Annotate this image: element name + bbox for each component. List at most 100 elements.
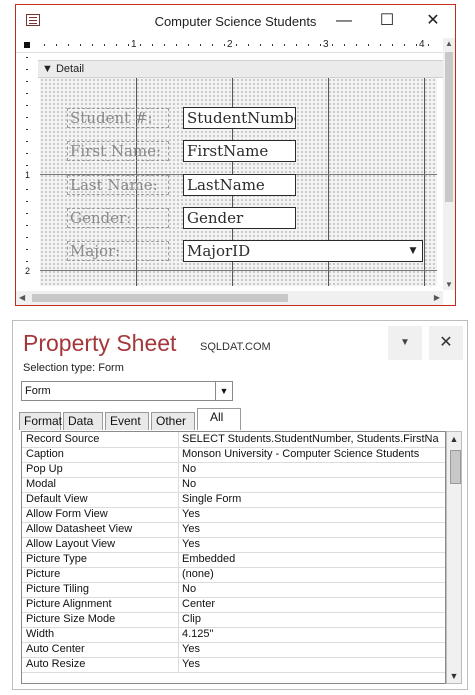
property-row[interactable]: Modal No bbox=[22, 477, 445, 493]
ruler-tick bbox=[26, 249, 28, 250]
property-grid-scrollbar[interactable]: ▲ ▼ bbox=[446, 431, 462, 684]
property-value[interactable]: No bbox=[178, 477, 443, 492]
object-selector-value: Form bbox=[25, 385, 51, 397]
property-value[interactable]: No bbox=[178, 582, 443, 597]
property-row[interactable]: Auto Center Yes bbox=[22, 642, 445, 658]
ruler-tick bbox=[26, 213, 28, 214]
chevron-down-icon[interactable]: ▼ bbox=[406, 243, 420, 259]
property-row[interactable]: Width 4.125" bbox=[22, 627, 445, 643]
property-name: Record Source bbox=[26, 433, 100, 445]
ruler-number: 4 bbox=[419, 39, 425, 50]
property-name: Auto Resize bbox=[26, 658, 86, 670]
chevron-down-icon[interactable]: ▼ bbox=[215, 382, 232, 400]
tab-data[interactable]: Data bbox=[63, 412, 103, 430]
major-label[interactable]: Major: bbox=[67, 241, 169, 261]
tab-all[interactable]: All bbox=[197, 408, 241, 430]
ruler-tick bbox=[356, 44, 357, 46]
property-row[interactable]: Caption Monson University - Computer Scie… bbox=[22, 447, 445, 463]
ruler-tick bbox=[236, 44, 237, 46]
property-value[interactable]: SELECT Students.StudentNumber, Students.… bbox=[178, 432, 443, 447]
ruler-tick bbox=[26, 153, 28, 154]
property-name: Picture Size Mode bbox=[26, 613, 116, 625]
detail-section-canvas[interactable]: Student #: StudentNumber First Name: Fir… bbox=[40, 78, 437, 286]
student-number-label[interactable]: Student #: bbox=[67, 108, 169, 128]
property-value[interactable]: Embedded bbox=[178, 552, 443, 567]
vertical-scrollbar[interactable]: ▲ ▼ bbox=[443, 38, 455, 290]
ruler-tick bbox=[116, 44, 117, 46]
property-value[interactable]: Yes bbox=[178, 507, 443, 522]
ruler-tick bbox=[344, 44, 345, 46]
ruler-tick bbox=[224, 44, 225, 46]
property-value[interactable]: Yes bbox=[178, 657, 443, 672]
property-row[interactable]: Default View Single Form bbox=[22, 492, 445, 508]
property-row[interactable]: Allow Datasheet View Yes bbox=[22, 522, 445, 538]
property-row[interactable]: Picture Size Mode Clip bbox=[22, 612, 445, 628]
ruler-tick bbox=[26, 93, 28, 94]
property-value[interactable]: Monson University - Computer Science Stu… bbox=[178, 447, 443, 462]
scroll-thumb[interactable] bbox=[450, 450, 461, 484]
object-selector-dropdown[interactable]: Form ▼ bbox=[21, 381, 233, 401]
property-grid: Record Source SELECT Students.StudentNumb… bbox=[21, 431, 446, 684]
property-row[interactable]: Picture Tiling No bbox=[22, 582, 445, 598]
close-button[interactable]: ✕ bbox=[418, 10, 448, 32]
scroll-thumb[interactable] bbox=[445, 52, 453, 202]
property-value[interactable]: Center bbox=[178, 597, 443, 612]
scroll-down-icon[interactable]: ▼ bbox=[447, 671, 461, 681]
ruler-number: 1 bbox=[131, 39, 137, 50]
minimize-button[interactable]: — bbox=[329, 10, 359, 32]
major-combobox[interactable]: MajorID ▼ bbox=[183, 240, 423, 262]
property-value[interactable]: Yes bbox=[178, 642, 443, 657]
property-row[interactable]: Picture (none) bbox=[22, 567, 445, 583]
pane-options-button[interactable]: ▼ bbox=[388, 326, 422, 360]
first-name-textbox[interactable]: FirstName bbox=[183, 140, 296, 162]
ruler-tick bbox=[26, 165, 28, 166]
gender-label[interactable]: Gender: bbox=[67, 208, 169, 228]
scroll-up-icon[interactable]: ▲ bbox=[445, 39, 453, 48]
property-value[interactable]: Single Form bbox=[178, 492, 443, 507]
property-value[interactable]: 4.125" bbox=[178, 627, 443, 642]
property-value[interactable]: No bbox=[178, 462, 443, 477]
student-number-textbox[interactable]: StudentNumber bbox=[183, 107, 296, 129]
property-row[interactable]: Allow Layout View Yes bbox=[22, 537, 445, 553]
watermark-text: SQLDAT.COM bbox=[200, 341, 271, 353]
ruler-tick bbox=[26, 177, 28, 178]
property-row[interactable]: Allow Form View Yes bbox=[22, 507, 445, 523]
last-name-textbox[interactable]: LastName bbox=[183, 174, 296, 196]
first-name-label[interactable]: First Name: bbox=[67, 141, 169, 161]
tab-event[interactable]: Event bbox=[105, 412, 149, 430]
tab-format[interactable]: Format bbox=[19, 412, 62, 430]
property-row[interactable]: Record Source SELECT Students.StudentNumb… bbox=[22, 432, 445, 448]
gender-textbox[interactable]: Gender bbox=[183, 207, 296, 229]
scroll-thumb[interactable] bbox=[32, 294, 288, 302]
property-row[interactable]: Pop Up No bbox=[22, 462, 445, 478]
ruler-tick bbox=[248, 44, 249, 46]
property-name: Caption bbox=[26, 448, 64, 460]
horizontal-scrollbar[interactable]: ◀ ▶ bbox=[16, 291, 443, 305]
scroll-left-icon[interactable]: ◀ bbox=[19, 293, 25, 302]
property-row[interactable]: Auto Resize Yes bbox=[22, 657, 445, 673]
property-name: Auto Center bbox=[26, 643, 85, 655]
property-row[interactable]: Picture Alignment Center bbox=[22, 597, 445, 613]
ruler-tick bbox=[320, 44, 321, 46]
property-value[interactable]: Yes bbox=[178, 537, 443, 552]
scroll-down-icon[interactable]: ▼ bbox=[445, 280, 453, 289]
scroll-right-icon[interactable]: ▶ bbox=[434, 293, 440, 302]
detail-section-label: Detail bbox=[55, 63, 85, 75]
property-name: Modal bbox=[26, 478, 56, 490]
last-name-label[interactable]: Last Name: bbox=[67, 175, 169, 195]
ruler-tick bbox=[26, 237, 28, 238]
ruler-tick bbox=[26, 189, 28, 190]
detail-section-bar[interactable]: ▼ Detail bbox=[38, 60, 443, 78]
pane-close-button[interactable]: ✕ bbox=[429, 326, 463, 360]
property-value[interactable]: Yes bbox=[178, 522, 443, 537]
form-selector[interactable] bbox=[24, 42, 30, 48]
scroll-up-icon[interactable]: ▲ bbox=[447, 434, 461, 444]
property-value[interactable]: Clip bbox=[178, 612, 443, 627]
maximize-button[interactable]: ☐ bbox=[372, 10, 402, 32]
tab-other[interactable]: Other bbox=[151, 412, 195, 430]
property-value[interactable]: (none) bbox=[178, 567, 443, 582]
property-name: Width bbox=[26, 628, 55, 640]
ruler-tick bbox=[26, 105, 28, 106]
ruler-tick bbox=[26, 129, 28, 130]
property-row[interactable]: Picture Type Embedded bbox=[22, 552, 445, 568]
